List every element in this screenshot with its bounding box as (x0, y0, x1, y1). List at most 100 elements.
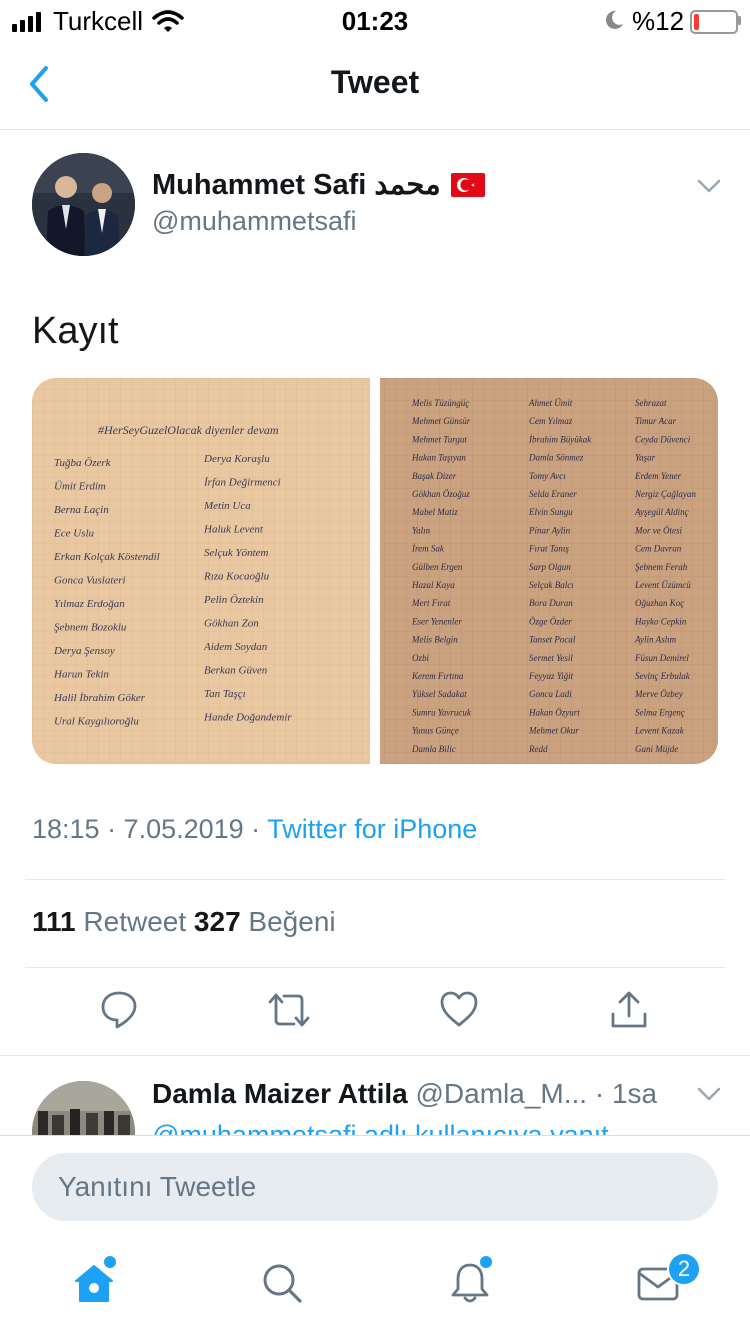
photo-left-name: Gökhan Zon (204, 618, 259, 630)
reply-avatar[interactable] (32, 1081, 135, 1136)
tweet-photos[interactable]: #HerSeyGuzelOlacak diyenler devam Tuğba Ö… (32, 378, 718, 764)
photo-left-name: Halil İbrahim Göker (53, 692, 146, 704)
photo-right-name: Tomy Avcı (529, 471, 566, 481)
reply-icon[interactable] (100, 990, 138, 1030)
photo-right-name: Cem Yılmaz (529, 416, 573, 426)
retweet-count[interactable]: 111 (32, 906, 76, 937)
photo-right-name: Eser Yenenler (411, 616, 462, 626)
photo-left-name: Selçuk Yöntem (204, 547, 269, 559)
chevron-down-icon[interactable] (697, 1086, 721, 1102)
nav-bar: Tweet (0, 40, 750, 130)
status-bar: Turkcell 01:23 %12 (0, 0, 750, 40)
photo-left-name: Metin Uca (203, 500, 251, 512)
page-title: Tweet (330, 64, 420, 100)
photo-right-name: Ceyda Düvenci (635, 434, 691, 444)
photo-left-name: Derya Koraşlu (203, 453, 270, 465)
like-label[interactable]: Beğeni (241, 906, 335, 937)
chevron-down-icon[interactable] (697, 178, 721, 194)
photo-right[interactable]: Melis Tüzüngüç Ahmet Ümit Sehrazat Mehmet G… (380, 378, 718, 764)
photo-right-name: İbrahim Büyükak (528, 434, 592, 444)
retweet-icon[interactable] (266, 990, 312, 1030)
photo-left-name: Berkan Güven (204, 665, 268, 677)
photo-right-name: Tanset Pocal (529, 635, 576, 645)
tweet-stats: 111 Retweet 327 Beğeni (32, 906, 336, 938)
photo-right-name: Merve Özbey (634, 689, 683, 699)
photo-right-name: Hakan Taşıyan (411, 453, 466, 463)
photo-right-name: Sehrazat (635, 398, 667, 408)
turkey-flag-icon (450, 172, 485, 197)
photo-left-name: Tuğba Özerk (54, 457, 112, 469)
reply-author-handle: @Damla_M... · 1sa (407, 1078, 658, 1109)
photo-left[interactable]: #HerSeyGuzelOlacak diyenler devam Tuğba Ö… (32, 378, 370, 764)
photo-right-name: Hakan Özyurt (528, 707, 580, 717)
like-heart-icon[interactable] (439, 990, 479, 1028)
photo-left-name: Tan Taşçı (204, 688, 246, 700)
photo-left-name: Ümit Erdim (54, 481, 106, 493)
photo-right-name: Timur Acar (635, 416, 677, 426)
photo-right-name: Gülben Ergen (412, 562, 463, 572)
photo-right-name: Sumru Yavrucuk (412, 707, 472, 717)
photo-right-name: Yunus Günçe (412, 726, 459, 736)
photo-right-name: Gonca Ladi (529, 689, 572, 699)
photo-right-name: Ozbi (412, 653, 430, 663)
photo-right-name: Selma Ergenç (635, 707, 685, 717)
photo-right-name: Mabel Matiz (411, 507, 458, 517)
share-icon[interactable] (609, 990, 649, 1030)
tweet-text: Kayıt (32, 310, 119, 352)
reply-item[interactable]: Damla Maizer Attila @Damla_M... · 1sa @m… (0, 1055, 750, 1136)
tweet-timestamp: 18:15 · 7.05.2019 · (32, 814, 268, 844)
like-count[interactable]: 327 (194, 906, 241, 937)
photo-left-name: Berna Laçin (54, 504, 109, 516)
photo-right-name: Sarp Olgun (529, 562, 571, 572)
photo-right-name: Pinar Aylin (528, 525, 571, 535)
photo-right-name: Selda Eraner (529, 489, 577, 499)
reply-compose-input[interactable] (32, 1153, 718, 1221)
photo-right-name: İrem Sak (411, 544, 445, 554)
avatar[interactable] (32, 153, 135, 256)
messages-badge: 2 (667, 1252, 701, 1286)
photo-left-name: Aidem Soydan (203, 641, 268, 653)
reply-author-name: Damla Maizer Attila (152, 1078, 408, 1109)
tweet-source-link[interactable]: Twitter for iPhone (267, 814, 477, 844)
notifications-dot (480, 1256, 492, 1268)
author-name[interactable]: Muhammet Safi محمد (152, 167, 485, 202)
photo-right-name: Cem Davran (635, 544, 682, 554)
photo-right-name: Nergiz Çağlayan (634, 489, 696, 499)
author-handle[interactable]: @muhammetsafi (152, 206, 356, 237)
photo-left-name: Pelin Öztekin (203, 594, 264, 606)
bottom-bar (0, 1135, 750, 1335)
battery-percentage: %12 (632, 6, 685, 36)
search-icon[interactable] (260, 1261, 304, 1305)
battery-cap (738, 16, 741, 25)
photo-right-name: Mert Fırat (411, 598, 451, 608)
photo-right-name: Levent Kazak (634, 726, 685, 736)
photo-right-name: Oğuzhan Koç (635, 598, 684, 608)
photo-right-name: Hayko Cepkin (634, 616, 687, 626)
photo-left-name: Erkan Kolçak Köstendil (53, 551, 160, 563)
photo-right-name: Feyyaz Yiğit (528, 671, 574, 681)
author-name-text: Muhammet Safi محمد (152, 169, 441, 201)
photo-left-name: Derya Şensoy (53, 645, 115, 657)
photo-right-name: Yaşar (635, 453, 656, 463)
photo-right-name: Bora Duran (529, 598, 573, 608)
photo-right-name: Melis Belgin (411, 635, 458, 645)
photo-right-name: Sevinç Erbulak (635, 671, 691, 681)
photo-left-name: Gonca Vuslateri (54, 575, 126, 587)
divider (25, 967, 725, 968)
photo-right-name: Melis Tüzüngüç (411, 398, 469, 408)
photo-right-name: Mehmet Okur (528, 726, 579, 736)
retweet-label[interactable]: Retweet (76, 906, 194, 937)
photo-right-name: Elvin Sungu (528, 507, 573, 517)
tweet-meta: 18:15 · 7.05.2019 · Twitter for iPhone (32, 814, 477, 845)
photo-right-name: Yalın (412, 525, 431, 535)
replying-to[interactable]: @muhammetsafi adlı kullanıcıya yanıt (152, 1120, 609, 1136)
photo-right-name: Gökhan Özoğuz (412, 489, 470, 499)
photo-left-name: İrfan Değirmenci (203, 477, 281, 489)
reply-author[interactable]: Damla Maizer Attila @Damla_M... · 1sa (152, 1078, 657, 1110)
photo-right-name: Özge Özder (529, 616, 572, 626)
photo-right-name: Başak Dizer (412, 471, 457, 481)
photo-right-name: Mor ve Ötesi (634, 525, 682, 535)
home-notification-dot (104, 1256, 116, 1268)
photo-right-name: Erdem Yener (634, 471, 682, 481)
photo-right-name: Levent Üzümcü (634, 580, 691, 590)
